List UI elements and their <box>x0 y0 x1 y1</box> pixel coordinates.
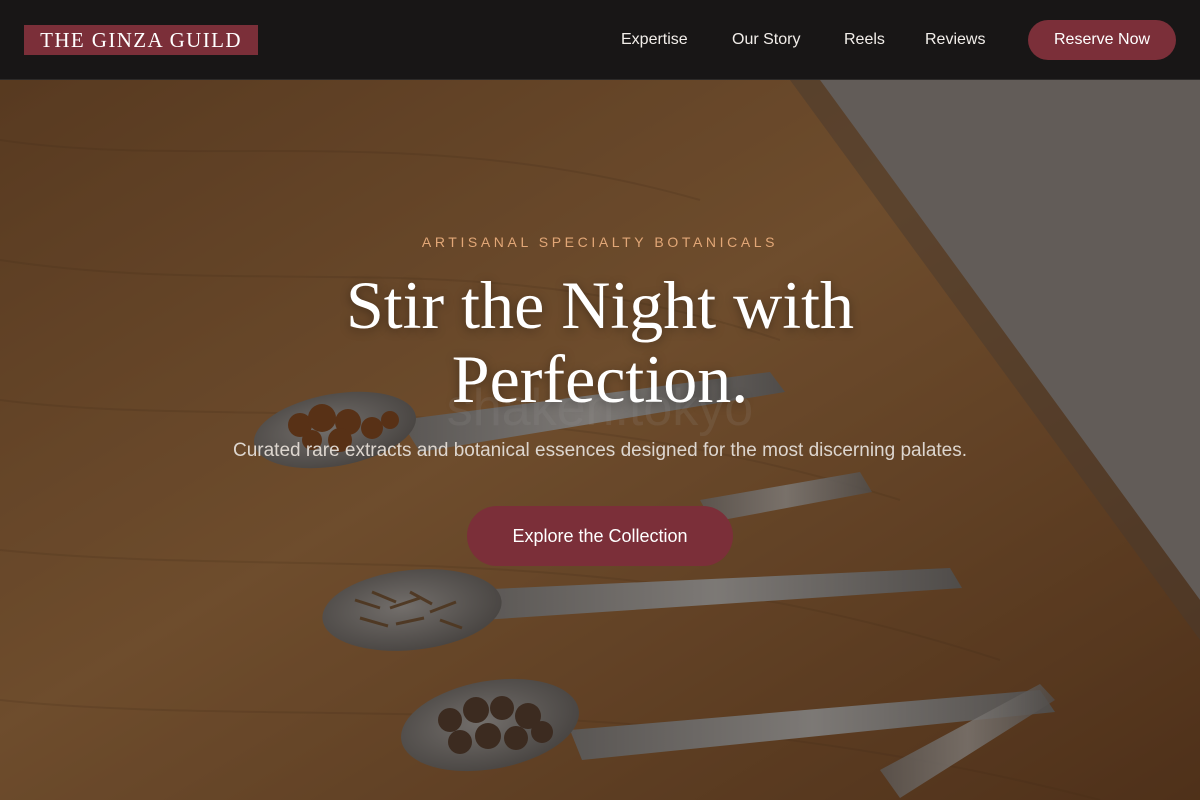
site-header: THE GINZA GUILD Expertise Our Story Reel… <box>0 0 1200 80</box>
brand-logo[interactable]: THE GINZA GUILD <box>24 25 258 55</box>
hero-headline-line-2: Perfection. <box>451 341 749 417</box>
nav-link-reels[interactable]: Reels <box>844 28 885 52</box>
explore-collection-button[interactable]: Explore the Collection <box>467 506 733 566</box>
nav-link-our-story[interactable]: Our Story <box>732 28 800 52</box>
nav-link-reviews[interactable]: Reviews <box>925 28 985 52</box>
hero-section: shaken.tokyo ARTISANAL SPECIALTY BOTANIC… <box>0 80 1200 800</box>
hero-subtitle: Curated rare extracts and botanical esse… <box>232 440 968 461</box>
hero-headline-line-1: Stir the Night with <box>345 267 855 343</box>
reserve-now-button[interactable]: Reserve Now <box>1028 20 1176 60</box>
nav-link-expertise[interactable]: Expertise <box>621 28 688 52</box>
hero-eyebrow: ARTISANAL SPECIALTY BOTANICALS <box>421 234 779 250</box>
hero-headline: Stir the Night with Perfection. <box>250 268 950 416</box>
